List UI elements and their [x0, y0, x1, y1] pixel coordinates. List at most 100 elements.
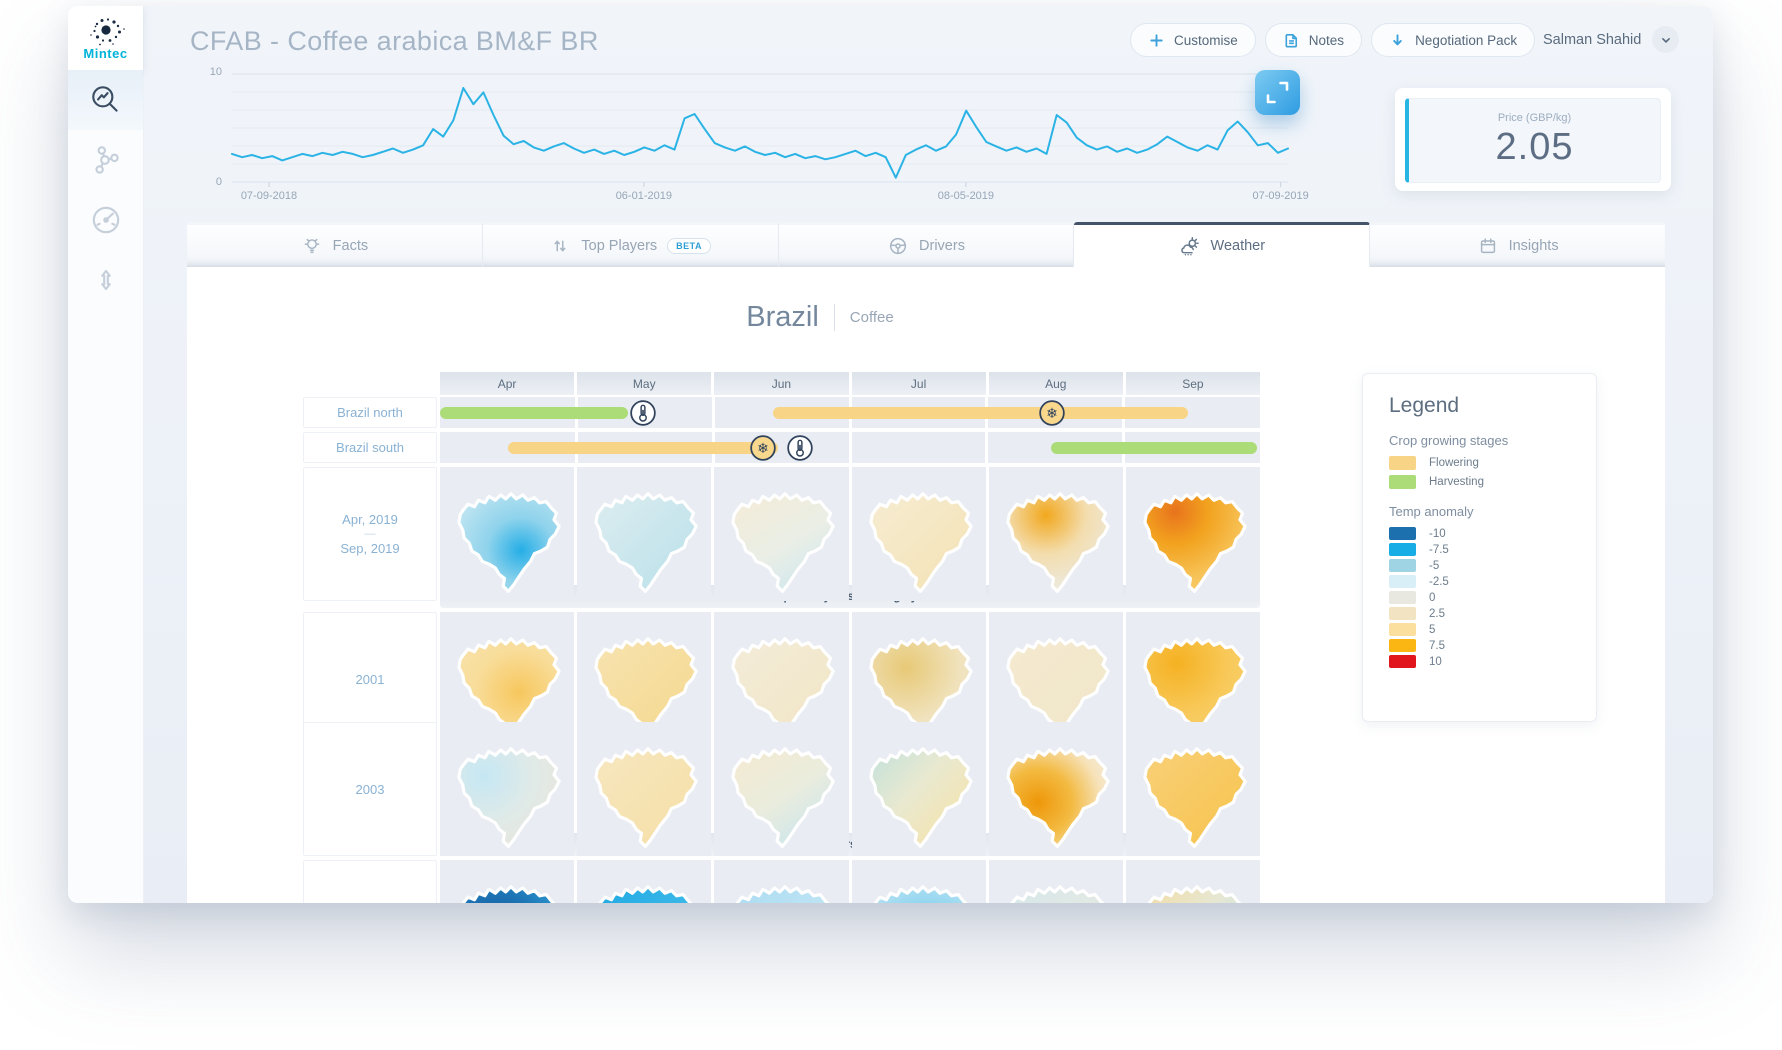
price-card-inner: Price (GBP/kg) 2.05	[1405, 98, 1661, 183]
legend-label: -2.5	[1429, 576, 1449, 588]
column-separator	[849, 432, 852, 463]
notes-label: Notes	[1309, 33, 1344, 48]
expand-icon	[1255, 70, 1300, 115]
negotiation-pack-label: Negotiation Pack	[1415, 33, 1517, 48]
commodity-title: Coffee	[850, 309, 894, 326]
y-axis-max-label: 10	[202, 66, 222, 78]
sidebar-item-dashboard[interactable]	[68, 190, 143, 250]
legend-swatch	[1389, 456, 1416, 470]
brazil-map-0-jul	[852, 467, 986, 601]
crop-stage-bar-flowering	[773, 407, 1188, 419]
tab-weather-label: Weather	[1211, 238, 1266, 254]
tab-top-players[interactable]: Top Players BETA	[483, 222, 779, 267]
legend-label: -5	[1429, 560, 1439, 572]
snowflake-icon: ❄	[750, 434, 777, 461]
map-row-2001: 2001	[303, 612, 1260, 718]
user-menu-toggle[interactable]	[1652, 26, 1679, 53]
x-axis-label: 07-09-2018	[241, 190, 297, 202]
legend-label: 10	[1429, 656, 1442, 668]
legend-swatch	[1389, 623, 1416, 636]
map-row-label-line: —	[365, 530, 376, 538]
tab-top-players-label: Top Players	[581, 238, 657, 254]
legend-item-harvesting: Harvesting	[1389, 475, 1570, 489]
legend-item-7.5: 7.5	[1389, 639, 1570, 652]
calendar-icon	[1477, 235, 1499, 257]
sort-arrows-icon	[549, 235, 571, 257]
tab-facts-label: Facts	[333, 238, 368, 254]
map-row-label: 2003	[303, 722, 437, 856]
tab-weather[interactable]: Weather	[1074, 222, 1370, 267]
weather-panel: Brazil Coffee AprMayJunJulAugSep Brazil …	[187, 267, 1665, 903]
thermometer-icon	[786, 434, 813, 461]
legend-item-2.5: 2.5	[1389, 607, 1570, 620]
crop-stage-bar-flowering	[508, 442, 778, 454]
tab-bar: Facts Top Players BETA Drivers W	[187, 222, 1665, 267]
month-header-may: May	[577, 372, 711, 395]
brazil-map-2-jun	[714, 722, 848, 856]
thermometer-icon	[629, 399, 656, 426]
brazil-map-2-apr	[440, 722, 574, 856]
legend-swatch	[1389, 543, 1416, 556]
expand-chart-button[interactable]	[1255, 70, 1300, 115]
gauge-icon	[88, 202, 124, 238]
tab-insights[interactable]: Insights	[1370, 222, 1665, 267]
legend-label: -7.5	[1429, 544, 1449, 556]
legend-label: Flowering	[1429, 457, 1479, 469]
legend-swatch	[1389, 575, 1416, 588]
network-nodes-icon	[88, 142, 124, 178]
country-title: Brazil	[746, 301, 819, 334]
tab-facts[interactable]: Facts	[187, 222, 483, 267]
brazil-map-3-apr	[440, 860, 574, 903]
month-header-jun: Jun	[714, 372, 848, 395]
region-label: Brazil north	[337, 405, 403, 420]
legend-title: Legend	[1389, 394, 1570, 418]
legend-swatch	[1389, 559, 1416, 572]
mintec-logo[interactable]: Mintec	[68, 6, 143, 70]
legend-label: Harvesting	[1429, 476, 1484, 488]
legend-item--5: -5	[1389, 559, 1570, 572]
crop-stage-bar-harvesting	[1051, 442, 1257, 454]
x-axis-label: 08-05-2019	[938, 190, 994, 202]
up-down-arrows-icon	[88, 262, 124, 298]
legend-item-flowering: Flowering	[1389, 456, 1570, 470]
customise-button[interactable]: Customise	[1130, 23, 1256, 57]
brazil-map-0-aug	[989, 467, 1123, 601]
crop-stage-bar-harvesting	[440, 407, 628, 419]
notes-button[interactable]: Notes	[1265, 23, 1362, 57]
region-label: Brazil south	[336, 440, 404, 455]
map-row-label-line: Apr, 2019	[342, 512, 398, 527]
legend-swatch	[1389, 527, 1416, 540]
legend-item-5: 5	[1389, 623, 1570, 636]
gantt-track-north: ❄	[440, 397, 1260, 428]
legend-label: 5	[1429, 624, 1435, 636]
legend-swatch	[1389, 591, 1416, 604]
heading-divider	[834, 304, 835, 331]
legend-crop-section-title: Crop growing stages	[1389, 433, 1570, 448]
legend-temp-section-title: Temp anomaly	[1389, 504, 1570, 519]
legend-swatch	[1389, 655, 1416, 668]
app-window: Mintec CFAB - Coff	[68, 6, 1713, 903]
gantt-row-label: Brazil north	[303, 397, 437, 428]
sidebar-item-price-explorer[interactable]	[68, 70, 143, 130]
sidebar: Mintec	[68, 6, 144, 903]
brazil-map-3-jun	[714, 860, 848, 903]
legend-item-0: 0	[1389, 591, 1570, 604]
map-row-apr-2019: Apr, 2019—Sep, 2019	[303, 467, 1260, 578]
sidebar-item-import-export[interactable]	[68, 250, 143, 310]
map-row-2003: 2003	[303, 722, 1260, 828]
legend-item--2.5: -2.5	[1389, 575, 1570, 588]
user-menu[interactable]: Salman Shahid	[1543, 26, 1679, 53]
logo-dots-icon	[80, 16, 132, 48]
negotiation-pack-button[interactable]: Negotiation Pack	[1371, 23, 1535, 57]
sidebar-item-relationships[interactable]	[68, 130, 143, 190]
tab-drivers[interactable]: Drivers	[779, 222, 1075, 267]
brazil-map-0-apr	[440, 467, 574, 601]
x-axis-label: 06-01-2019	[616, 190, 672, 202]
legend-item-10: 10	[1389, 655, 1570, 668]
month-header-aug: Aug	[989, 372, 1123, 395]
tab-drivers-label: Drivers	[919, 238, 965, 254]
map-row-label: Apr, 2019—Sep, 2019	[303, 467, 437, 601]
brazil-map-3-sep	[1126, 860, 1260, 903]
month-header-row: AprMayJunJulAugSep	[303, 372, 1260, 395]
legend-swatch	[1389, 639, 1416, 652]
